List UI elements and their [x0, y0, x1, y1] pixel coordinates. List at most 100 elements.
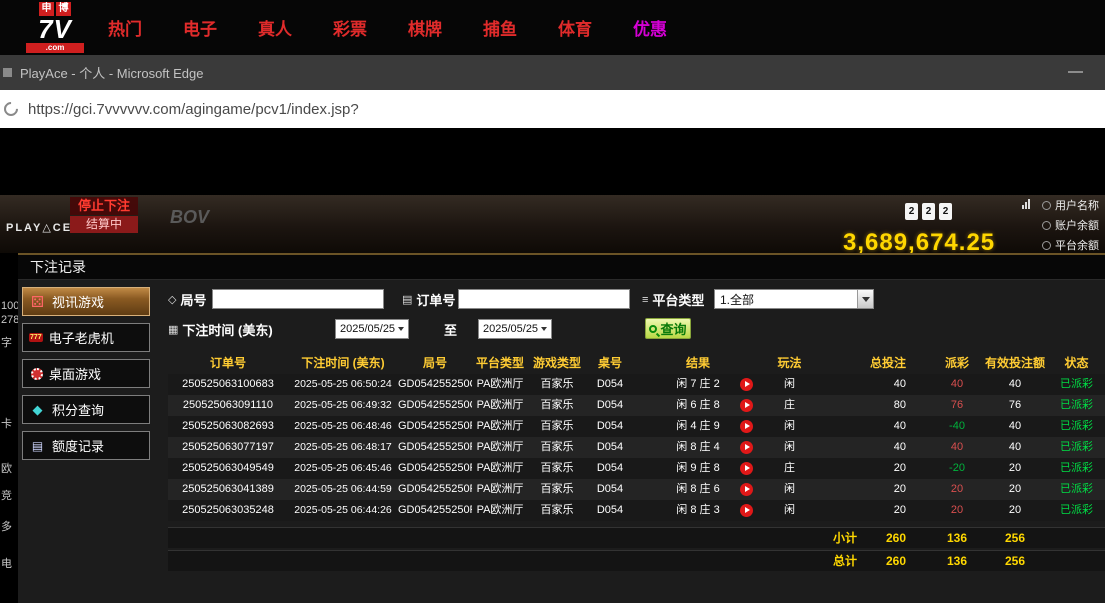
order-input[interactable]	[458, 289, 630, 309]
cell-status: 已派彩	[1048, 374, 1105, 395]
cell-result: 闲 9 庄 8	[634, 458, 762, 479]
play-icon[interactable]	[740, 399, 753, 412]
cell-status: 已派彩	[1048, 479, 1105, 500]
game-scene: PLAY△CE 停止下注 结算中 BOV 222 3,689,674.25 用户…	[0, 128, 1105, 253]
address-bar[interactable]: https://gci.7vvvvvv.com/agingame/pcv1/in…	[0, 90, 1105, 128]
filter-bar: ◇ 局号 ▤ 订单号 ≡ 平台类型 1.全部 ▦ 下注时间 (美东)	[168, 287, 1105, 350]
card-group: 222	[905, 203, 952, 220]
search-button[interactable]: 查询	[645, 318, 691, 339]
chevron-down-icon	[862, 297, 870, 302]
cell-valid: 20	[982, 479, 1048, 500]
cell-order: 250525063035248	[168, 500, 288, 521]
cell-result: 闲 8 庄 4	[634, 437, 762, 458]
cell-result: 闲 6 庄 8	[634, 395, 762, 416]
cell-status: 已派彩	[1048, 500, 1105, 521]
play-icon[interactable]	[740, 420, 753, 433]
nav-item-优惠[interactable]: 优惠	[633, 15, 667, 40]
site-logo[interactable]: 申 博 7V .com	[26, 2, 84, 54]
left-edge-fragment: 卡	[1, 415, 12, 431]
dropdown-arrow-button[interactable]	[857, 290, 873, 308]
order-icon: ▤	[402, 293, 412, 306]
nav-item-真人[interactable]: 真人	[258, 15, 292, 40]
cell-play: 闲	[762, 437, 817, 458]
nav-item-捕鱼[interactable]: 捕鱼	[483, 15, 517, 40]
column-header: 局号	[398, 353, 472, 374]
cell-time: 2025-05-25 06:48:17	[288, 437, 398, 458]
reload-icon[interactable]	[1, 99, 21, 119]
cell-table_no: D054	[586, 479, 634, 500]
left-edge-fragment: 欧	[1, 460, 12, 476]
sidebar-item-额度记录[interactable]: ▤额度记录	[22, 431, 150, 460]
platform-icon: ≡	[642, 294, 648, 306]
cell-order: 250525063077197	[168, 437, 288, 458]
table-row: 2505250630826932025-05-25 06:48:46GD0542…	[168, 416, 1105, 437]
url-text[interactable]: https://gci.7vvvvvv.com/agingame/pcv1/in…	[28, 101, 359, 118]
cell-play: 闲	[762, 479, 817, 500]
column-header: 派彩	[932, 353, 982, 374]
cell-status: 已派彩	[1048, 416, 1105, 437]
ledger-icon: ▤	[29, 439, 46, 453]
nav-item-热门[interactable]: 热门	[108, 15, 142, 40]
sum-status-spacer	[1048, 551, 1105, 571]
cell-table_no: D054	[586, 458, 634, 479]
window-titlebar: PlayAce - 个人 - Microsoft Edge —	[0, 55, 1105, 90]
sidebar-item-电子老虎机[interactable]: 777电子老虎机	[22, 323, 150, 352]
round-input[interactable]	[212, 289, 384, 309]
nav-item-棋牌[interactable]: 棋牌	[408, 15, 442, 40]
cell-time: 2025-05-25 06:49:32	[288, 395, 398, 416]
cell-game: 百家乐	[528, 500, 586, 521]
play-icon[interactable]	[740, 504, 753, 517]
cell-game: 百家乐	[528, 395, 586, 416]
cell-order: 250525063049549	[168, 458, 288, 479]
cell-valid: 20	[982, 500, 1048, 521]
playing-card: 2	[922, 203, 935, 220]
round-icon: ◇	[168, 293, 176, 306]
subtotal-row: 小计260136256	[168, 527, 1105, 548]
platform-select[interactable]: 1.全部	[714, 289, 874, 309]
nav-item-电子[interactable]: 电子	[183, 15, 217, 40]
sum-total-bet: 260	[886, 528, 906, 548]
sum-total-bet: 260	[886, 551, 906, 571]
sidebar-item-桌面游戏[interactable]: 桌面游戏	[22, 359, 150, 388]
cell-game: 百家乐	[528, 479, 586, 500]
panel-content: ◇ 局号 ▤ 订单号 ≡ 平台类型 1.全部 ▦ 下注时间 (美东)	[168, 287, 1105, 571]
play-icon[interactable]	[740, 378, 753, 391]
play-icon[interactable]	[740, 483, 753, 496]
cell-play: 闲	[762, 416, 817, 437]
account-label-row: 用户名称	[1042, 197, 1099, 213]
cell-platform: PA欧洲厅	[472, 437, 528, 458]
window-title: PlayAce - 个人 - Microsoft Edge	[20, 63, 204, 82]
search-icon	[649, 325, 657, 333]
cell-payout: 40	[932, 374, 982, 395]
sidebar-item-label: 积分查询	[52, 400, 104, 419]
cell-payout: -20	[932, 458, 982, 479]
table-row: 2505250630495492025-05-25 06:45:46GD0542…	[168, 458, 1105, 479]
sum-payout: 136	[932, 528, 982, 548]
date-from-select[interactable]: 2025/05/25	[335, 319, 409, 339]
cell-round: GD054255250Q1	[398, 374, 472, 395]
platform-filter-label: ≡ 平台类型	[642, 290, 704, 309]
left-edge-fragment: 100	[1, 300, 19, 312]
nav-item-彩票[interactable]: 彩票	[333, 15, 367, 40]
play-icon[interactable]	[740, 462, 753, 475]
sum-valid-bet: 256	[982, 528, 1048, 548]
minimize-button[interactable]: —	[1068, 63, 1083, 80]
playace-logo: PLAY△CE	[6, 221, 72, 234]
result-text: 闲 6 庄 8	[676, 399, 719, 411]
left-edge-fragment: 字	[1, 334, 12, 350]
cell-table_no: D054	[586, 437, 634, 458]
cell-total: 20	[817, 458, 932, 479]
table-header-row: 订单号下注时间 (美东)局号平台类型游戏类型桌号结果玩法总投注派彩有效投注额状态	[168, 353, 1105, 374]
play-icon[interactable]	[740, 441, 753, 454]
result-text: 闲 8 庄 6	[676, 483, 719, 495]
sidebar-item-积分查询[interactable]: ◆积分查询	[22, 395, 150, 424]
date-to-select[interactable]: 2025/05/25	[478, 319, 552, 339]
nav-item-体育[interactable]: 体育	[558, 15, 592, 40]
date-to-value: 2025/05/25	[483, 323, 538, 335]
account-label-text: 用户名称	[1055, 197, 1099, 213]
panel-title: 下注记录	[30, 257, 86, 277]
cell-valid: 40	[982, 416, 1048, 437]
grand-total-row: 总计260136256	[168, 550, 1105, 571]
sidebar-item-视讯游戏[interactable]: ⚄视讯游戏	[22, 287, 150, 316]
sum-spacer	[168, 528, 817, 548]
